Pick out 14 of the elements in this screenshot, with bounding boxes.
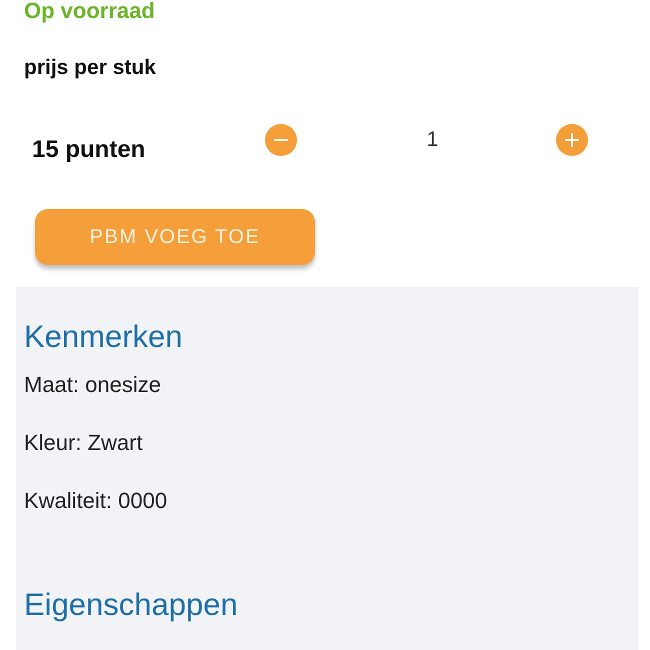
increase-button[interactable]: [556, 124, 588, 156]
add-to-cart-button[interactable]: PBM VOEG TOE: [35, 209, 315, 265]
price-value: 15 punten: [32, 136, 146, 164]
property-text: Maat: onesize: [24, 371, 161, 399]
stock-status: Op voorraad: [24, 0, 155, 22]
quantity-value: 1: [426, 127, 440, 153]
section-heading: Eigenschappen: [24, 586, 238, 624]
property-text: Kwaliteit: 0000: [24, 487, 168, 515]
plus-icon: [565, 133, 579, 147]
minus-icon: [274, 139, 288, 141]
decrease-button[interactable]: [265, 124, 297, 156]
section-heading: Kenmerken: [24, 318, 183, 356]
price-label: prijs per stuk: [24, 55, 156, 81]
property-text: Kleur: Zwart: [24, 429, 143, 457]
